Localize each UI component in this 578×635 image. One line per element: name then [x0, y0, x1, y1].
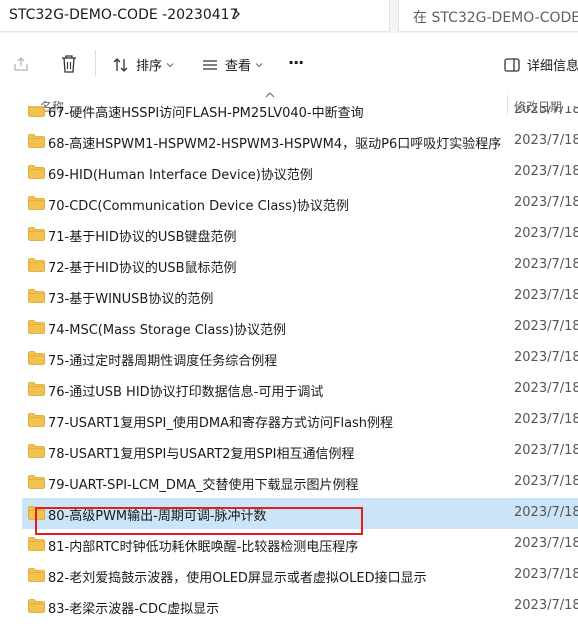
file-name: 68-高速HSPWM1-HSPWM2-HSPWM3-HSPWM4，驱动P6口呼吸… [48, 137, 502, 152]
search-placeholder: 在 STC32G-DEMO-CODE -2 [413, 10, 578, 26]
list-item[interactable]: 76-通过USB HID协议打印数据信息-可用于调试 2023/7/18 [22, 374, 578, 405]
file-date: 2023/7/18 [514, 381, 578, 396]
folder-icon [28, 351, 45, 365]
list-item[interactable]: 69-HID(Human Interface Device)协议范例 2023/7… [22, 157, 578, 188]
list-item[interactable]: 78-USART1复用SPI与USART2复用SPI相互通信例程 2023/7/1… [22, 436, 578, 467]
file-name: 69-HID(Human Interface Device)协议范例 [48, 168, 313, 183]
sort-label: 排序 [136, 59, 163, 74]
file-name: 82-老刘爱捣鼓示波器，使用OLED屏显示或者虚拟OLED接口显示 [48, 571, 427, 586]
file-date: 2023/7/18 [514, 505, 578, 520]
share-icon [14, 57, 28, 71]
file-name: 77-USART1复用SPI_使用DMA和寄存器方式访问Flash例程 [48, 416, 394, 431]
folder-icon [28, 320, 45, 334]
chevron-down-icon [255, 62, 263, 67]
sort-button[interactable]: 排序 [112, 55, 174, 74]
chevron-down-icon [166, 62, 174, 67]
address-bar: STC32G-DEMO-CODE -20230417 在 STC32G-DEMO… [0, 0, 578, 33]
file-list: 67-硬件高速HSSPI访问FLASH-PM25LV040-中断查询 2023/7… [0, 106, 578, 635]
file-date: 2023/7/18 [514, 443, 578, 458]
file-name: 74-MSC(Mass Storage Class)协议范例 [48, 323, 286, 338]
details-pane-icon [504, 57, 520, 72]
list-item[interactable]: 72-基于HID协议的USB鼠标范例 2023/7/18 [22, 250, 578, 281]
file-name: 75-通过定时器周期性调度任务综合例程 [48, 354, 278, 369]
sort-up-icon [265, 92, 275, 98]
list-item[interactable]: 67-硬件高速HSSPI访问FLASH-PM25LV040-中断查询 2023/7… [22, 106, 578, 126]
list-item[interactable]: 68-高速HSPWM1-HSPWM2-HSPWM3-HSPWM4，驱动P6口呼吸… [22, 126, 578, 157]
file-name: 72-基于HID协议的USB鼠标范例 [48, 261, 237, 276]
view-button[interactable]: 查看 [201, 55, 263, 74]
list-item[interactable]: 82-老刘爱捣鼓示波器，使用OLED屏显示或者虚拟OLED接口显示 2023/7/… [22, 560, 578, 591]
folder-icon [28, 227, 45, 241]
list-item[interactable]: 75-通过定时器周期性调度任务综合例程 2023/7/18 [22, 343, 578, 374]
file-name: 67-硬件高速HSSPI访问FLASH-PM25LV040-中断查询 [48, 106, 364, 121]
file-date: 2023/7/18 [514, 226, 578, 241]
delete-button[interactable] [60, 54, 78, 74]
file-date: 2023/7/18 [514, 257, 578, 272]
file-date: 2023/7/18 [514, 350, 578, 365]
toolbar-divider [95, 50, 96, 76]
list-item[interactable]: 83-老梁示波器-CDC虚拟显示 2023/7/18 [22, 591, 578, 622]
more-options-button[interactable]: ··· [288, 53, 304, 72]
file-date: 2023/7/18 [514, 288, 578, 303]
folder-icon [28, 599, 45, 613]
list-item[interactable]: 73-基于WINUSB协议的范例 2023/7/18 [22, 281, 578, 312]
folder-icon [28, 568, 45, 582]
list-item[interactable]: 71-基于HID协议的USB键盘范例 2023/7/18 [22, 219, 578, 250]
breadcrumb-path[interactable]: STC32G-DEMO-CODE -20230417 [9, 7, 238, 23]
view-label: 查看 [225, 59, 252, 74]
file-name: 79-UART-SPI-LCM_DMA_交替使用下载显示图片例程 [48, 478, 359, 493]
file-date: 2023/7/18 [514, 536, 578, 551]
details-pane-button[interactable]: 详细信息 [503, 55, 578, 74]
list-item[interactable]: 70-CDC(Communication Device Class)协议范例 20… [22, 188, 578, 219]
file-date: 2023/7/18 [514, 195, 578, 210]
file-date: 2023/7/18 [514, 106, 578, 117]
file-name: 73-基于WINUSB协议的范例 [48, 292, 214, 307]
file-date: 2023/7/18 [514, 319, 578, 334]
command-bar: 排序 查看 ··· 详细信息 [0, 33, 578, 94]
file-name: 71-基于HID协议的USB键盘范例 [48, 230, 237, 245]
chevron-right-icon[interactable] [226, 4, 246, 24]
list-item[interactable]: 80-高级PWM输出-周期可调-脉冲计数 2023/7/18 [22, 498, 578, 529]
folder-icon [28, 413, 45, 427]
folder-icon [28, 165, 45, 179]
file-date: 2023/7/18 [514, 474, 578, 489]
search-input[interactable]: 在 STC32G-DEMO-CODE -2 [398, 0, 578, 32]
folder-icon [28, 289, 45, 303]
list-item[interactable]: 77-USART1复用SPI_使用DMA和寄存器方式访问Flash例程 2023/… [22, 405, 578, 436]
file-date: 2023/7/18 [514, 598, 578, 613]
folder-icon [28, 196, 45, 210]
file-name: 78-USART1复用SPI与USART2复用SPI相互通信例程 [48, 447, 355, 462]
folder-icon [28, 444, 45, 458]
view-list-icon [203, 59, 217, 70]
list-item[interactable]: 81-内部RTC时钟低功耗休眠唤醒-比较器检测电压程序 2023/7/18 [22, 529, 578, 560]
folder-icon [28, 506, 45, 520]
file-date: 2023/7/18 [514, 412, 578, 427]
trash-icon [62, 55, 76, 73]
folder-icon [28, 134, 45, 148]
file-date: 2023/7/18 [514, 133, 578, 148]
list-item[interactable]: 79-UART-SPI-LCM_DMA_交替使用下载显示图片例程 2023/7/1… [22, 467, 578, 498]
share-button[interactable] [12, 55, 30, 73]
details-label: 详细信息 [527, 59, 578, 74]
file-name: 80-高级PWM输出-周期可调-脉冲计数 [48, 509, 267, 524]
breadcrumb[interactable]: STC32G-DEMO-CODE -20230417 [0, 0, 390, 32]
file-date: 2023/7/18 [514, 567, 578, 582]
file-name: 83-老梁示波器-CDC虚拟显示 [48, 602, 220, 617]
sort-icon [113, 57, 128, 72]
file-name: 76-通过USB HID协议打印数据信息-可用于调试 [48, 385, 324, 400]
file-name: 81-内部RTC时钟低功耗休眠唤醒-比较器检测电压程序 [48, 540, 359, 555]
file-date: 2023/7/18 [514, 164, 578, 179]
folder-icon [28, 382, 45, 396]
folder-icon [28, 475, 45, 489]
folder-icon [28, 106, 45, 117]
more-icon: ··· [288, 53, 304, 72]
file-name: 70-CDC(Communication Device Class)协议范例 [48, 199, 349, 214]
folder-icon [28, 537, 45, 551]
folder-icon [28, 258, 45, 272]
list-item[interactable]: 74-MSC(Mass Storage Class)协议范例 2023/7/18 [22, 312, 578, 343]
